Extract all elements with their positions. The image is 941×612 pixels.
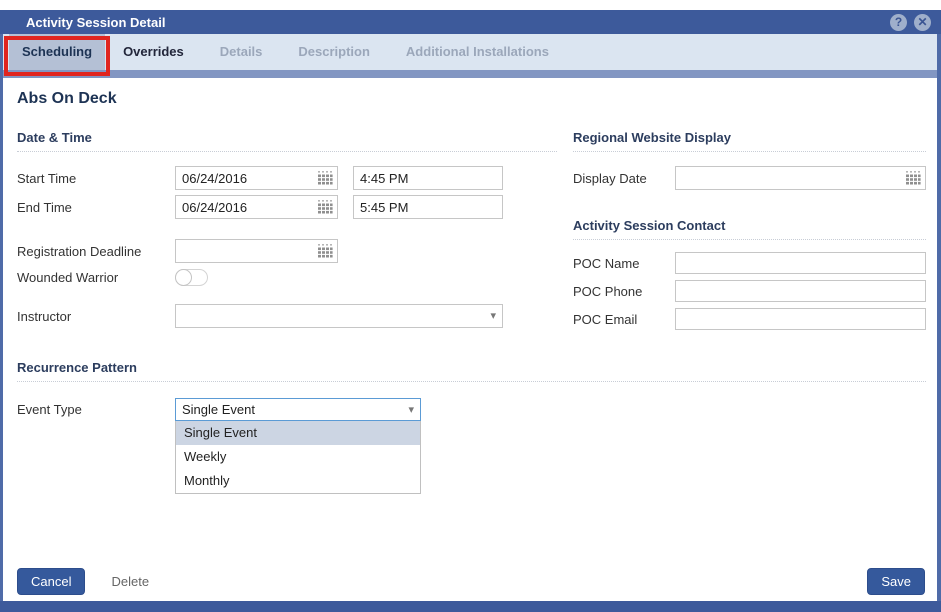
event-type-label: Event Type	[17, 402, 175, 417]
save-button[interactable]: Save	[867, 568, 925, 595]
end-date-wrap	[175, 195, 338, 219]
start-time-input[interactable]	[353, 166, 503, 190]
calendar-icon[interactable]	[317, 244, 333, 258]
calendar-icon[interactable]	[317, 200, 333, 214]
section-heading-recurrence: Recurrence Pattern	[17, 360, 926, 382]
instructor-row: Instructor ▾	[17, 304, 557, 328]
tab-bar-underline	[3, 70, 937, 78]
end-time-label: End Time	[17, 200, 175, 215]
start-date-input[interactable]	[175, 166, 338, 190]
wounded-warrior-row: Wounded Warrior	[17, 269, 557, 286]
delete-link[interactable]: Delete	[111, 574, 149, 589]
dropdown-option-single-event[interactable]: Single Event	[176, 421, 420, 445]
registration-deadline-label: Registration Deadline	[17, 244, 175, 259]
recurrence-section: Recurrence Pattern Event Type ▾ Single E…	[17, 360, 926, 421]
right-column: Regional Website Display Display Date Ac…	[573, 108, 926, 330]
tab-content-scheduling: Abs On Deck Date & Time Start Time	[3, 78, 937, 601]
calendar-icon[interactable]	[317, 171, 333, 185]
tab-bar: Scheduling Overrides Details Description…	[3, 34, 937, 70]
tab-additional-installations: Additional Installations	[388, 34, 567, 70]
form-columns: Date & Time Start Time	[17, 108, 926, 330]
registration-deadline-wrap	[175, 239, 338, 263]
dropdown-option-monthly[interactable]: Monthly	[176, 469, 420, 493]
instructor-input[interactable]	[175, 304, 503, 328]
event-type-row: Event Type ▾ Single Event Weekly Monthly	[17, 398, 926, 421]
toggle-knob	[175, 269, 192, 286]
poc-phone-row: POC Phone	[573, 280, 926, 302]
poc-name-label: POC Name	[573, 256, 675, 271]
dropdown-option-weekly[interactable]: Weekly	[176, 445, 420, 469]
poc-name-input[interactable]	[675, 252, 926, 274]
registration-deadline-row: Registration Deadline	[17, 239, 557, 263]
tab-overrides[interactable]: Overrides	[105, 34, 202, 70]
end-time-input[interactable]	[353, 195, 503, 219]
dialog-footer: Cancel Delete Save	[17, 568, 925, 595]
wounded-warrior-label: Wounded Warrior	[17, 270, 175, 285]
instructor-select[interactable]: ▾	[175, 304, 503, 328]
poc-phone-label: POC Phone	[573, 284, 675, 299]
page-title: Abs On Deck	[17, 90, 926, 108]
event-type-dropdown-list: Single Event Weekly Monthly	[175, 421, 421, 494]
display-date-input[interactable]	[675, 166, 926, 190]
event-type-input[interactable]	[175, 398, 421, 421]
help-icon[interactable]: ?	[890, 14, 907, 31]
left-column: Date & Time Start Time	[17, 108, 557, 330]
event-type-select[interactable]: ▾ Single Event Weekly Monthly	[175, 398, 421, 421]
tab-additional-installations-label: Additional Installations	[406, 44, 549, 59]
activity-session-detail-dialog: Activity Session Detail ? ✕ Scheduling O…	[0, 10, 941, 612]
poc-email-row: POC Email	[573, 308, 926, 330]
tab-description: Description	[280, 34, 388, 70]
dialog-title: Activity Session Detail	[26, 15, 165, 30]
tab-details-label: Details	[220, 44, 263, 59]
end-date-input[interactable]	[175, 195, 338, 219]
poc-email-label: POC Email	[573, 312, 675, 327]
section-heading-date-time: Date & Time	[17, 130, 557, 152]
tab-scheduling[interactable]: Scheduling	[9, 34, 105, 70]
end-time-row: End Time	[17, 195, 557, 219]
start-time-row: Start Time	[17, 166, 557, 190]
display-date-label: Display Date	[573, 171, 675, 186]
registration-deadline-input[interactable]	[175, 239, 338, 263]
dialog-body: Scheduling Overrides Details Description…	[0, 34, 941, 601]
instructor-label: Instructor	[17, 309, 175, 324]
display-date-row: Display Date	[573, 166, 926, 190]
dialog-titlebar: Activity Session Detail ? ✕	[0, 10, 941, 34]
calendar-icon[interactable]	[905, 171, 921, 185]
tab-description-label: Description	[298, 44, 370, 59]
cancel-button[interactable]: Cancel	[17, 568, 85, 595]
start-date-wrap	[175, 166, 338, 190]
section-heading-contact: Activity Session Contact	[573, 218, 926, 240]
poc-email-input[interactable]	[675, 308, 926, 330]
tab-scheduling-label: Scheduling	[22, 44, 92, 59]
poc-name-row: POC Name	[573, 252, 926, 274]
tab-details: Details	[202, 34, 281, 70]
poc-phone-input[interactable]	[675, 280, 926, 302]
dialog-bottom-bar	[0, 601, 941, 612]
display-date-wrap	[675, 166, 926, 190]
start-time-label: Start Time	[17, 171, 175, 186]
section-heading-regional: Regional Website Display	[573, 130, 926, 152]
tab-overrides-label: Overrides	[123, 44, 184, 59]
close-icon[interactable]: ✕	[914, 14, 931, 31]
wounded-warrior-toggle[interactable]	[175, 269, 208, 286]
